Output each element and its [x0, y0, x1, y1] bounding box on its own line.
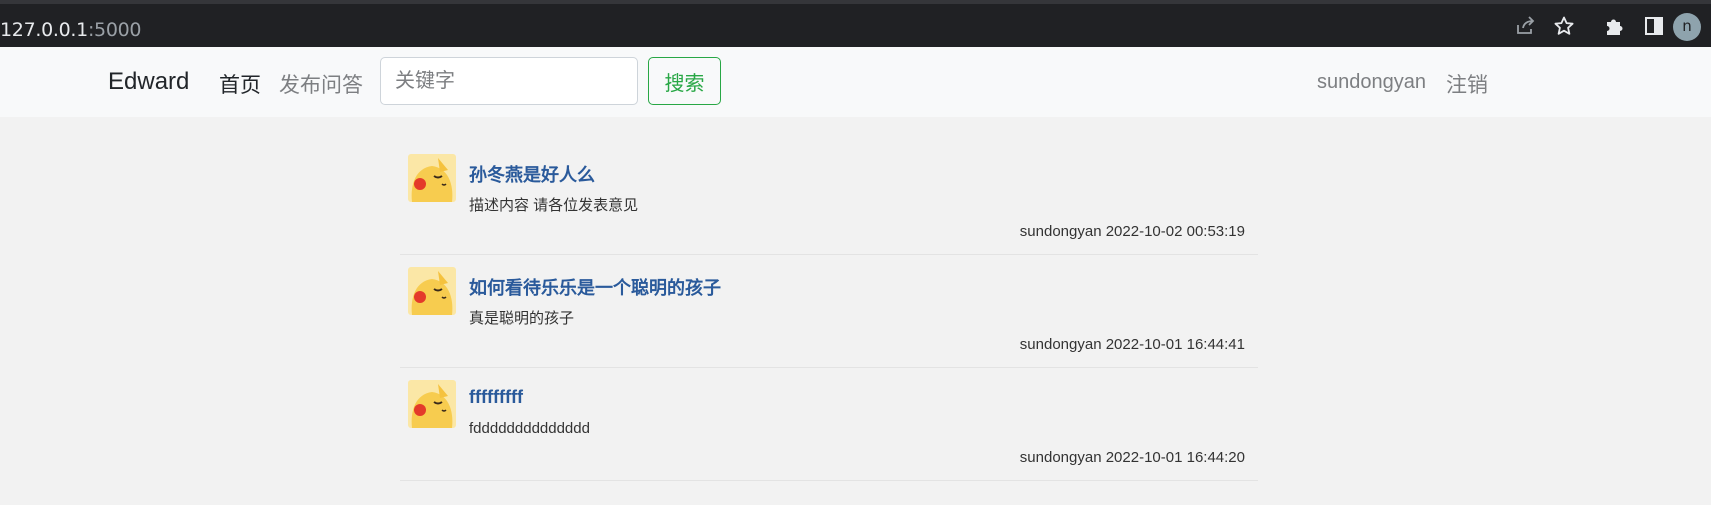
question-meta: sundongyan 2022-10-01 16:44:41 — [1019, 336, 1245, 353]
question-title-link[interactable]: fffffffff — [469, 387, 523, 408]
navbar: Edward 首页 发布问答 搜索 sundongyan 注销 — [0, 47, 1711, 117]
address-bar-url[interactable]: 127.0.0.1:5000 — [0, 19, 142, 41]
side-panel-icon[interactable] — [1643, 15, 1665, 37]
question-description: fdddddddddddddd — [469, 420, 590, 437]
extensions-puzzle-icon[interactable] — [1603, 15, 1625, 37]
nav-link-home[interactable]: 首页 — [219, 69, 261, 99]
pikachu-avatar-icon — [408, 154, 456, 202]
question-list: 孙冬燕是好人么 描述内容 请各位发表意见 sundongyan 2022-10-… — [400, 142, 1258, 481]
question-title-link[interactable]: 如何看待乐乐是一个聪明的孩子 — [469, 274, 721, 300]
search-input[interactable] — [380, 57, 638, 105]
question-item: 如何看待乐乐是一个聪明的孩子 真是聪明的孩子 sundongyan 2022-1… — [400, 255, 1258, 368]
question-item: fffffffff fdddddddddddddd sundongyan 202… — [400, 368, 1258, 481]
address-bar[interactable]: 127.0.0.1:5000 — [0, 8, 1510, 44]
question-description: 真是聪明的孩子 — [469, 310, 575, 327]
question-meta: sundongyan 2022-10-02 00:53:19 — [1019, 223, 1245, 240]
search-button[interactable]: 搜索 — [648, 57, 721, 105]
url-port: :5000 — [87, 19, 142, 41]
share-icon[interactable] — [1514, 15, 1536, 37]
nav-link-post-question[interactable]: 发布问答 — [279, 69, 363, 99]
bookmark-star-icon[interactable] — [1553, 15, 1575, 37]
question-title-link[interactable]: 孙冬燕是好人么 — [469, 161, 595, 187]
pikachu-avatar-icon — [408, 380, 456, 428]
nav-link-logout[interactable]: 注销 — [1446, 69, 1488, 99]
question-description: 描述内容 请各位发表意见 — [469, 197, 639, 214]
url-host: 127.0.0.1 — [0, 19, 88, 41]
browser-toolbar: 127.0.0.1:5000 n — [0, 0, 1711, 47]
profile-avatar[interactable]: n — [1673, 13, 1701, 41]
brand-logo-text[interactable]: Edward — [108, 68, 189, 96]
question-meta: sundongyan 2022-10-01 16:44:20 — [1019, 449, 1245, 466]
pikachu-avatar-icon — [408, 267, 456, 315]
question-item: 孙冬燕是好人么 描述内容 请各位发表意见 sundongyan 2022-10-… — [400, 142, 1258, 255]
nav-username[interactable]: sundongyan — [1317, 71, 1426, 94]
